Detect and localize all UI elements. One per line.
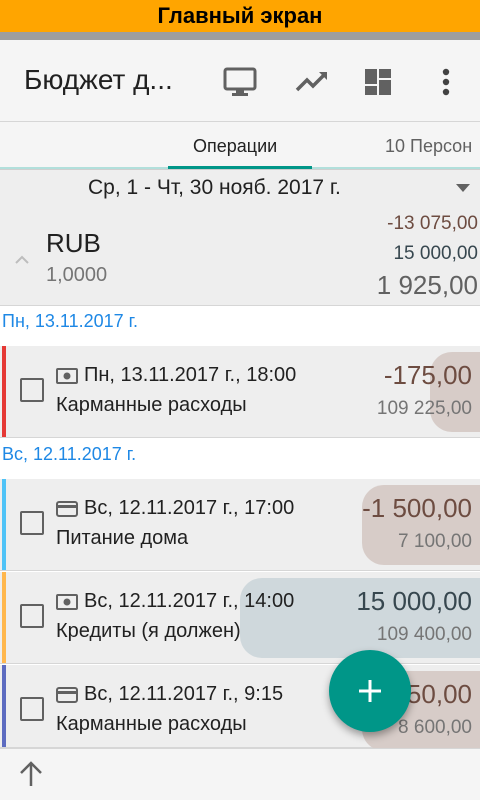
transaction-category: Кредиты (я должен): [56, 620, 241, 642]
transaction-balance: 109 225,00: [376, 398, 472, 419]
bottom-bar: [0, 748, 480, 800]
currency-summary[interactable]: RUB 1,0000 -13 075,00 15 000,00 1 925,00: [0, 208, 480, 306]
day-header: Вс, 12.11.2017 г.: [0, 439, 480, 471]
transaction-row[interactable]: Пн, 13.11.2017 г., 18:00 Карманные расхо…: [0, 346, 480, 438]
category-color-bar: [2, 479, 6, 570]
category-color-bar: [2, 665, 6, 747]
transaction-balance: 8 600,00: [398, 717, 472, 738]
monitor-icon[interactable]: [220, 62, 260, 102]
more-vert-icon[interactable]: [426, 62, 466, 102]
tab-indicator: [168, 166, 312, 169]
transaction-category: Карманные расходы: [56, 394, 247, 416]
card-icon: [56, 501, 78, 517]
category-color-bar: [2, 346, 6, 437]
tab-persons[interactable]: 10 Персон: [385, 136, 472, 157]
app-bar: Бюджет д...: [0, 40, 480, 122]
banner-text: Главный экран: [157, 3, 323, 28]
app-title: Бюджет д...: [24, 64, 173, 95]
tab-bar: Операции 10 Персон: [0, 122, 480, 170]
status-strip: [0, 32, 480, 40]
transaction-row[interactable]: Вс, 12.11.2017 г., 17:00 Питание дома -1…: [0, 479, 480, 571]
day-header-label: Пн, 13.11.2017 г.: [2, 311, 139, 331]
transaction-checkbox[interactable]: [20, 378, 44, 402]
cash-icon: [56, 594, 78, 610]
dashboard-icon[interactable]: [358, 62, 398, 102]
chevron-up-icon: [15, 255, 29, 264]
add-transaction-button[interactable]: [329, 650, 411, 732]
card-icon: [56, 687, 78, 703]
category-color-bar: [2, 572, 6, 663]
day-header-label: Вс, 12.11.2017 г.: [2, 444, 137, 464]
summary-total: 1 925,00: [376, 270, 478, 300]
summary-expenses: -13 075,00: [387, 213, 478, 234]
transaction-amount: -175,00: [383, 360, 472, 390]
period-label: Ср, 1 - Чт, 30 нояб. 2017 г.: [88, 176, 341, 199]
transaction-category: Питание дома: [56, 527, 189, 549]
plus-icon: [359, 680, 381, 702]
transaction-amount: 15 000,00: [356, 586, 472, 616]
transaction-balance: 7 100,00: [398, 531, 472, 552]
period-selector[interactable]: Ср, 1 - Чт, 30 нояб. 2017 г.: [0, 170, 480, 208]
transaction-category: Карманные расходы: [56, 713, 247, 735]
transaction-row[interactable]: Вс, 12.11.2017 г., 14:00 Кредиты (я долж…: [0, 572, 480, 664]
transaction-balance: 109 400,00: [376, 624, 472, 645]
transaction-datetime: Пн, 13.11.2017 г., 18:00: [84, 364, 297, 386]
tab-operations[interactable]: Операции: [193, 136, 277, 157]
cash-icon: [56, 368, 78, 384]
currency-code: RUB: [46, 228, 101, 258]
summary-income: 15 000,00: [393, 243, 478, 264]
arrow-up-icon[interactable]: [16, 759, 46, 789]
transaction-checkbox[interactable]: [20, 697, 44, 721]
day-header: Пн, 13.11.2017 г.: [0, 306, 480, 338]
transaction-datetime: Вс, 12.11.2017 г., 9:15: [84, 683, 284, 705]
transaction-amount: -1 500,00: [362, 493, 472, 523]
trending-up-icon[interactable]: [292, 62, 332, 102]
dropdown-arrow-icon: [456, 184, 470, 192]
transaction-checkbox[interactable]: [20, 511, 44, 535]
transaction-datetime: Вс, 12.11.2017 г., 17:00: [84, 497, 295, 519]
currency-rate: 1,0000: [46, 264, 108, 286]
transaction-checkbox[interactable]: [20, 604, 44, 628]
transaction-datetime: Вс, 12.11.2017 г., 14:00: [84, 590, 295, 612]
screen-title-banner: Главный экран: [0, 0, 480, 32]
